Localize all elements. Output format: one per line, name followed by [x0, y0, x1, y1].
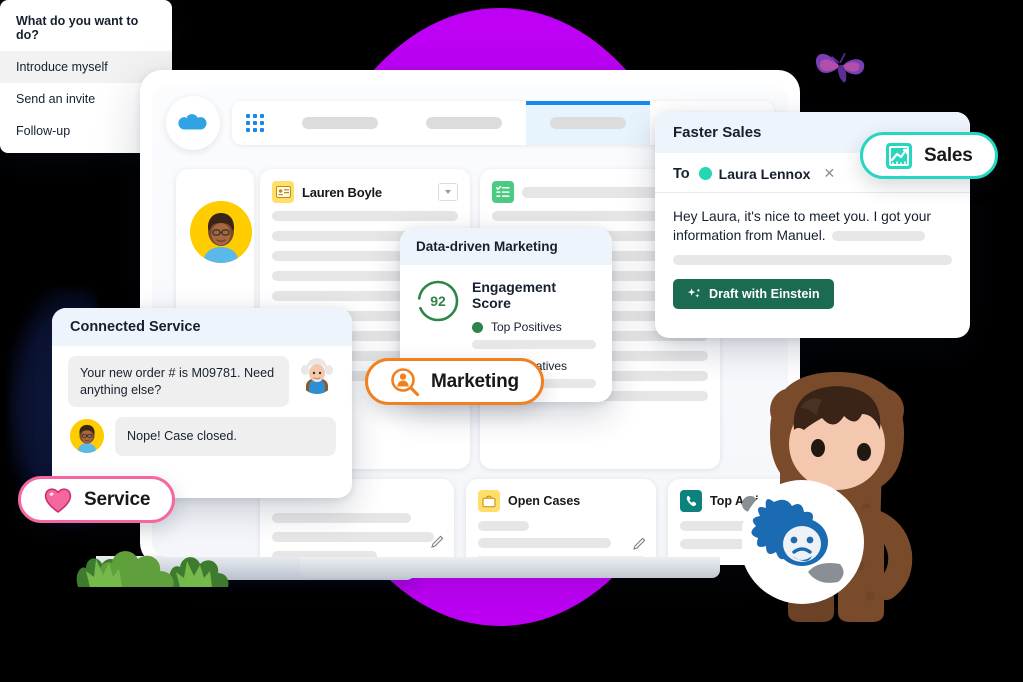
legend-top-positives: Top Positives — [472, 320, 596, 334]
engagement-score-label: Engagement Score — [472, 279, 557, 311]
connected-service-title: Connected Service — [52, 308, 352, 346]
engagement-score-ring: 92 — [416, 279, 460, 323]
chart-trend-icon — [886, 142, 912, 169]
draft-with-einstein-button[interactable]: Draft with Einstein — [673, 279, 834, 310]
nav-tab-placeholder — [301, 117, 379, 129]
pill-marketing[interactable]: Marketing — [365, 358, 544, 405]
metric-bar-placeholder — [472, 340, 596, 349]
app-launcher-dots — [246, 114, 264, 132]
einstein-avatar-illustration — [301, 358, 333, 394]
customer-message-text: Nope! Case closed. — [115, 417, 336, 456]
contact-card-glyph — [275, 186, 291, 198]
customer-avatar-illustration — [70, 419, 104, 454]
chat-message-customer: Nope! Case closed. — [52, 407, 352, 456]
illustration-stage: Lauren Boyle Open Cases Top Faster Sales… — [0, 0, 1023, 682]
field-placeholder — [272, 551, 378, 557]
pill-sales-label: Sales — [924, 144, 973, 166]
heart-icon — [44, 487, 72, 513]
briefcase-icon — [478, 490, 500, 512]
field-placeholder — [272, 211, 458, 221]
pill-sales[interactable]: Sales — [860, 132, 998, 179]
edit-pencil-icon[interactable] — [431, 535, 444, 548]
action-menu-title: What do you want to do? — [16, 14, 139, 42]
engagement-score-value: 92 — [430, 293, 446, 309]
butterfly-icon — [815, 53, 865, 83]
bush-decoration — [76, 551, 229, 587]
legend-label: Top Positives — [491, 320, 562, 334]
app-launcher-icon[interactable] — [232, 101, 278, 145]
task-list-icon — [492, 181, 514, 203]
record-name: Lauren Boyle — [302, 184, 382, 200]
field-placeholder — [272, 532, 434, 542]
astro-mascot — [742, 372, 913, 629]
contact-card-icon — [272, 181, 294, 203]
sparkle-icon — [687, 288, 700, 298]
open-cases-card: Open Cases — [466, 479, 656, 557]
nav-tab-2[interactable] — [402, 101, 526, 145]
open-cases-title: Open Cases — [508, 494, 581, 508]
record-header: Lauren Boyle — [260, 169, 470, 211]
field-placeholder — [478, 521, 530, 531]
legend-dot-icon — [472, 321, 483, 333]
field-placeholder — [478, 538, 611, 548]
audience-search-icon — [391, 367, 420, 396]
edit-pencil-icon[interactable] — [633, 537, 646, 550]
avatar — [190, 201, 252, 263]
einstein-avatar — [298, 356, 336, 394]
text-placeholder — [831, 231, 925, 242]
avatar-illustration — [190, 201, 252, 263]
field-placeholder — [272, 513, 412, 523]
recipient-chip[interactable]: Laura Lennox ✕ — [698, 165, 835, 182]
chat-message-agent: Your new order # is M09781. Need anythin… — [52, 346, 352, 408]
agent-message-text: Your new order # is M09781. Need anythin… — [68, 356, 289, 408]
to-label: To — [673, 165, 690, 182]
salesforce-cloud-logo[interactable] — [166, 96, 220, 150]
laptop-base-right — [300, 556, 720, 578]
pill-marketing-label: Marketing — [431, 370, 519, 392]
nav-tab-placeholder — [549, 117, 627, 129]
email-body[interactable]: Hey Laura, it's nice to meet you. I got … — [655, 193, 970, 266]
divider — [478, 556, 644, 557]
draft-with-einstein-label: Draft with Einstein — [709, 287, 820, 302]
task-list-glyph — [496, 185, 510, 197]
pill-service-label: Service — [84, 488, 151, 510]
chevron-down-icon — [445, 190, 451, 194]
recipient-name: Laura Lennox — [718, 165, 811, 182]
phone-glyph — [686, 495, 696, 506]
recipient-avatar-dot — [698, 167, 712, 180]
cloud-glyph — [178, 114, 207, 130]
nav-tab-1[interactable] — [278, 101, 402, 145]
connected-service-panel: Connected Service Your new order # is M0… — [52, 308, 352, 498]
email-message: Hey Laura, it's nice to meet you. I got … — [673, 207, 952, 245]
marketing-panel-title: Data-driven Marketing — [400, 228, 612, 265]
text-placeholder — [673, 255, 952, 266]
nav-tab-3-active[interactable] — [526, 101, 650, 145]
nav-tab-placeholder — [425, 117, 503, 129]
close-icon[interactable]: ✕ — [823, 165, 835, 182]
customer-avatar — [68, 417, 106, 456]
pill-service[interactable]: Service — [18, 476, 176, 523]
briefcase-glyph — [482, 495, 496, 507]
record-actions-dropdown[interactable] — [438, 183, 458, 201]
phone-icon — [680, 490, 702, 512]
